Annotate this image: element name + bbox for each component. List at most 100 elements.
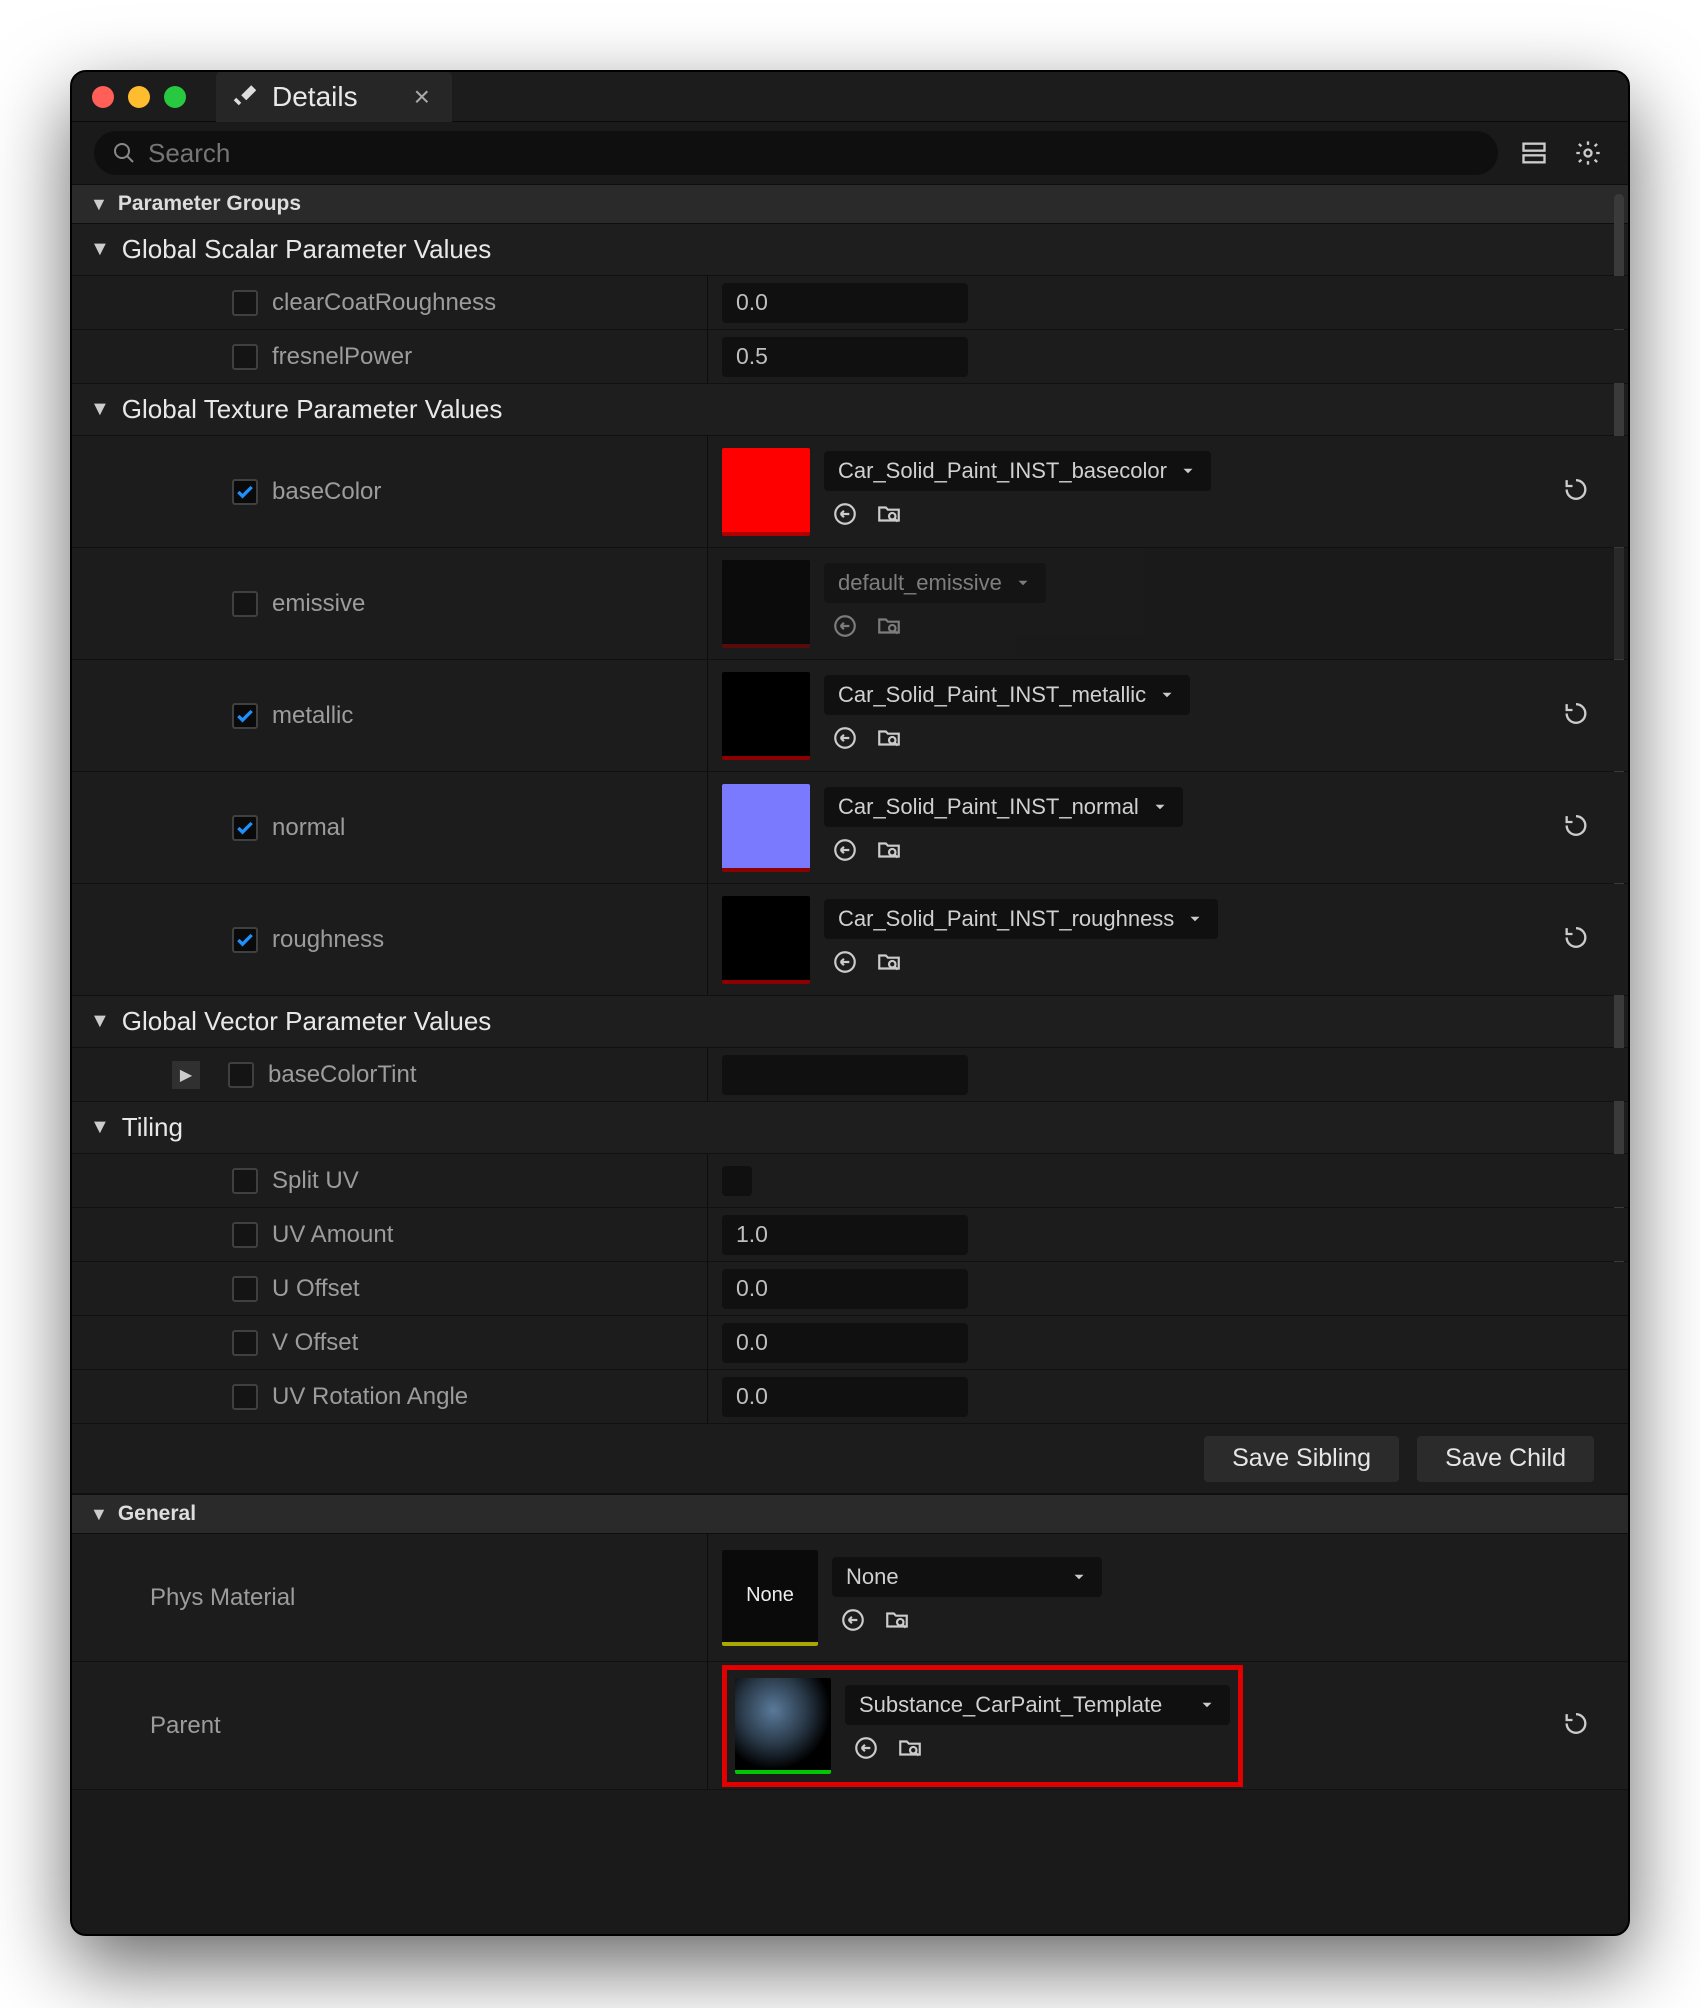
- use-selected-icon[interactable]: [853, 1735, 879, 1766]
- view-options-button[interactable]: [1516, 135, 1552, 171]
- section-parameter-groups[interactable]: ▼ Parameter Groups: [72, 184, 1628, 224]
- details-tab[interactable]: Details ×: [216, 71, 452, 122]
- browse-icon[interactable]: [876, 501, 902, 532]
- chevron-down-icon: ▼: [90, 1116, 110, 1139]
- texture-thumbnail[interactable]: [722, 784, 810, 872]
- browse-icon[interactable]: [884, 1607, 910, 1638]
- reset-to-default-button[interactable]: [1562, 923, 1590, 956]
- bool-checkbox[interactable]: [722, 1166, 752, 1196]
- asset-thumbnail[interactable]: [735, 1678, 831, 1774]
- param-normal: normal Car_Solid_Paint_INST_normal: [72, 772, 1628, 884]
- texture-thumbnail[interactable]: [722, 448, 810, 536]
- use-selected-icon[interactable]: [832, 725, 858, 756]
- value-input[interactable]: 0.0: [722, 1323, 968, 1363]
- asset-name: Substance_CarPaint_Template: [859, 1692, 1162, 1718]
- search-box[interactable]: [94, 131, 1498, 175]
- override-checkbox[interactable]: [232, 703, 258, 729]
- texture-thumbnail[interactable]: [722, 560, 810, 648]
- browse-icon[interactable]: [876, 837, 902, 868]
- use-selected-icon[interactable]: [840, 1607, 866, 1638]
- use-selected-icon[interactable]: [832, 949, 858, 980]
- search-input[interactable]: [148, 138, 1480, 169]
- group-tiling[interactable]: ▼ Tiling: [72, 1102, 1628, 1154]
- param-roughness: roughness Car_Solid_Paint_INST_roughness: [72, 884, 1628, 996]
- value-input[interactable]: 1.0: [722, 1215, 968, 1255]
- asset-name: Car_Solid_Paint_INST_metallic: [838, 682, 1146, 708]
- panel-body: ▼ Parameter Groups ▼ Global Scalar Param…: [72, 184, 1628, 1934]
- minimize-window-button[interactable]: [128, 86, 150, 108]
- param-clear-coat-roughness: clearCoatRoughness 0.0: [72, 276, 1628, 330]
- reset-to-default-button[interactable]: [1562, 475, 1590, 508]
- override-checkbox[interactable]: [232, 1330, 258, 1356]
- value-input[interactable]: 0.0: [722, 1377, 968, 1417]
- override-checkbox[interactable]: [232, 927, 258, 953]
- texture-thumbnail[interactable]: [722, 672, 810, 760]
- asset-thumbnail[interactable]: None: [722, 1550, 818, 1646]
- save-button-row: Save Sibling Save Child: [72, 1424, 1628, 1494]
- override-checkbox[interactable]: [232, 290, 258, 316]
- value-input[interactable]: 0.0: [722, 283, 968, 323]
- asset-dropdown[interactable]: Car_Solid_Paint_INST_normal: [824, 787, 1183, 827]
- close-window-button[interactable]: [92, 86, 114, 108]
- use-selected-icon[interactable]: [832, 837, 858, 868]
- chevron-down-icon: ▼: [90, 194, 108, 215]
- asset-dropdown[interactable]: None: [832, 1557, 1102, 1597]
- details-window: Details × ▼ Parameter Groups ▼ Global Sc…: [70, 70, 1630, 1936]
- override-checkbox[interactable]: [232, 1168, 258, 1194]
- override-checkbox[interactable]: [232, 591, 258, 617]
- titlebar: Details ×: [72, 72, 1628, 122]
- browse-icon[interactable]: [876, 725, 902, 756]
- asset-dropdown[interactable]: Car_Solid_Paint_INST_roughness: [824, 899, 1218, 939]
- asset-dropdown[interactable]: default_emissive: [824, 563, 1046, 603]
- param-label: UV Rotation Angle: [272, 1383, 468, 1411]
- reset-to-default-button[interactable]: [1562, 699, 1590, 732]
- param-label: normal: [272, 814, 345, 842]
- value-input[interactable]: 0.5: [722, 337, 968, 377]
- param-label: roughness: [272, 926, 384, 954]
- reset-to-default-button[interactable]: [1562, 811, 1590, 844]
- value-input[interactable]: 0.0: [722, 1269, 968, 1309]
- override-checkbox[interactable]: [232, 344, 258, 370]
- param-label: clearCoatRoughness: [272, 289, 496, 317]
- group-label: Global Vector Parameter Values: [122, 1006, 491, 1037]
- asset-dropdown[interactable]: Car_Solid_Paint_INST_basecolor: [824, 451, 1211, 491]
- use-selected-icon[interactable]: [832, 613, 858, 644]
- chevron-down-icon: ▼: [90, 398, 110, 421]
- color-swatch[interactable]: [722, 1055, 968, 1095]
- browse-icon[interactable]: [897, 1735, 923, 1766]
- param-v-offset: V Offset 0.0: [72, 1316, 1628, 1370]
- override-checkbox[interactable]: [228, 1062, 254, 1088]
- override-checkbox[interactable]: [232, 1222, 258, 1248]
- tab-title: Details: [272, 81, 358, 113]
- save-sibling-button[interactable]: Save Sibling: [1204, 1436, 1399, 1482]
- chevron-down-icon: [1198, 1696, 1216, 1714]
- save-child-button[interactable]: Save Child: [1417, 1436, 1594, 1482]
- override-checkbox[interactable]: [232, 1276, 258, 1302]
- override-checkbox[interactable]: [232, 1384, 258, 1410]
- group-global-texture[interactable]: ▼ Global Texture Parameter Values: [72, 384, 1628, 436]
- group-global-vector[interactable]: ▼ Global Vector Parameter Values: [72, 996, 1628, 1048]
- group-global-scalar[interactable]: ▼ Global Scalar Parameter Values: [72, 224, 1628, 276]
- asset-dropdown[interactable]: Car_Solid_Paint_INST_metallic: [824, 675, 1190, 715]
- asset-name: default_emissive: [838, 570, 1002, 596]
- param-label: fresnelPower: [272, 343, 412, 371]
- group-label: Tiling: [122, 1112, 183, 1143]
- param-fresnel-power: fresnelPower 0.5: [72, 330, 1628, 384]
- expand-button[interactable]: ▶: [172, 1061, 200, 1089]
- settings-button[interactable]: [1570, 135, 1606, 171]
- chevron-right-icon: ▶: [180, 1065, 192, 1085]
- zoom-window-button[interactable]: [164, 86, 186, 108]
- override-checkbox[interactable]: [232, 815, 258, 841]
- reset-to-default-button[interactable]: [1562, 1709, 1590, 1742]
- param-emissive: emissive default_emissive: [72, 548, 1628, 660]
- use-selected-icon[interactable]: [832, 501, 858, 532]
- texture-thumbnail[interactable]: [722, 896, 810, 984]
- browse-icon[interactable]: [876, 949, 902, 980]
- override-checkbox[interactable]: [232, 479, 258, 505]
- section-general[interactable]: ▼ General: [72, 1494, 1628, 1534]
- close-tab-icon[interactable]: ×: [414, 81, 430, 113]
- param-label: Parent: [150, 1712, 221, 1740]
- section-label: Parameter Groups: [118, 192, 301, 216]
- asset-dropdown[interactable]: Substance_CarPaint_Template: [845, 1685, 1230, 1725]
- browse-icon[interactable]: [876, 613, 902, 644]
